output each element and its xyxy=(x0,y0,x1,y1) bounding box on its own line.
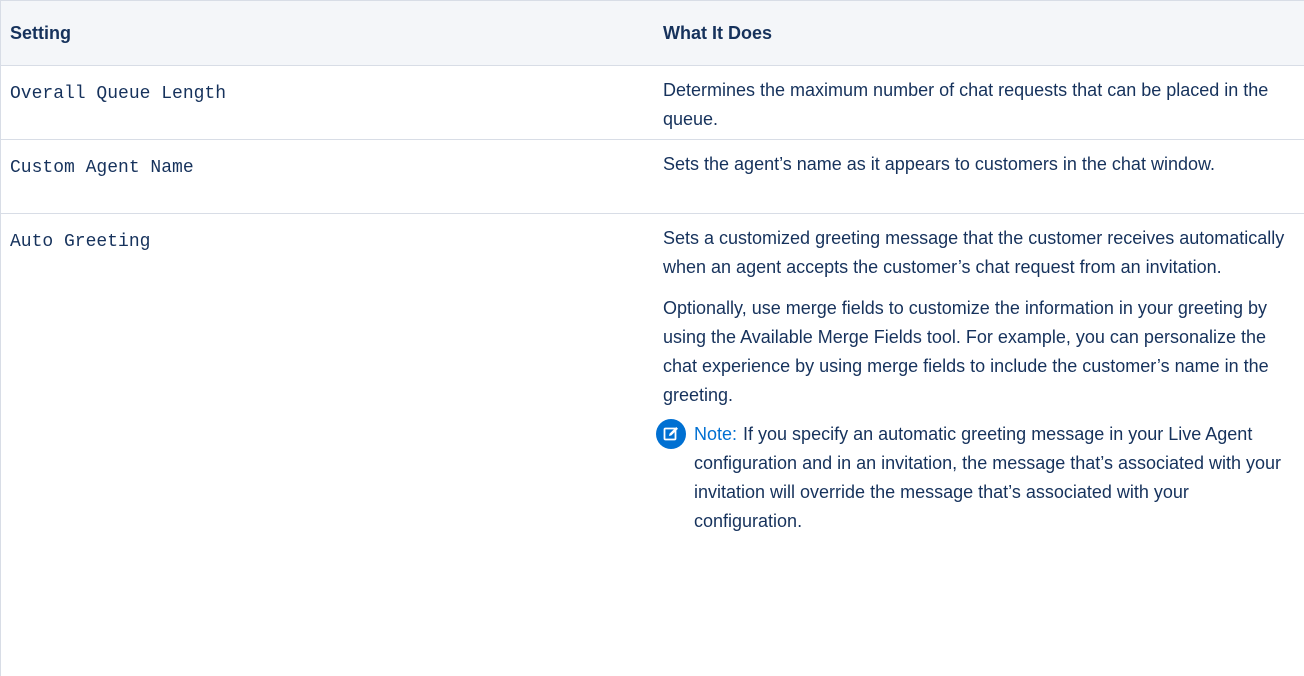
table-row: Overall Queue Length Determines the maxi… xyxy=(0,65,1304,140)
column-header-what-it-does: What It Does xyxy=(649,0,1304,66)
description-cell: Sets a customized greeting message that … xyxy=(649,214,1304,543)
note-callout: Note: If you specify an automatic greetin… xyxy=(656,419,1286,542)
setting-name-overall-queue-length: Overall Queue Length xyxy=(10,84,227,104)
table-header-row: Setting What It Does xyxy=(0,0,1304,66)
table-row: Auto Greeting Sets a customized greeting… xyxy=(0,214,1304,543)
setting-name-auto-greeting: Auto Greeting xyxy=(10,232,151,252)
settings-table: Setting What It Does Overall Queue Lengt… xyxy=(0,0,1304,542)
description-cell: Determines the maximum number of chat re… xyxy=(649,65,1304,140)
setting-cell: Overall Queue Length xyxy=(0,65,649,140)
description-text: Sets a customized greeting message that … xyxy=(663,228,1285,277)
note-label: Note: xyxy=(694,424,738,444)
description-cell: Sets the agent’s name as it appears to c… xyxy=(649,139,1304,214)
setting-cell: Auto Greeting xyxy=(0,214,649,543)
note-edit-icon xyxy=(656,419,686,449)
setting-name-custom-agent-name: Custom Agent Name xyxy=(10,158,194,178)
description-text: Determines the maximum number of chat re… xyxy=(663,80,1269,129)
table-left-border xyxy=(0,0,1,676)
note-body: Note: If you specify an automatic greetin… xyxy=(694,420,1286,536)
table-row: Custom Agent Name Sets the agent’s name … xyxy=(0,139,1304,214)
column-header-setting: Setting xyxy=(0,0,649,66)
description-text: Optionally, use merge fields to customiz… xyxy=(663,298,1269,405)
note-text: If you specify an automatic greeting mes… xyxy=(694,424,1282,531)
description-text: Sets the agent’s name as it appears to c… xyxy=(663,154,1215,174)
setting-cell: Custom Agent Name xyxy=(0,139,649,214)
